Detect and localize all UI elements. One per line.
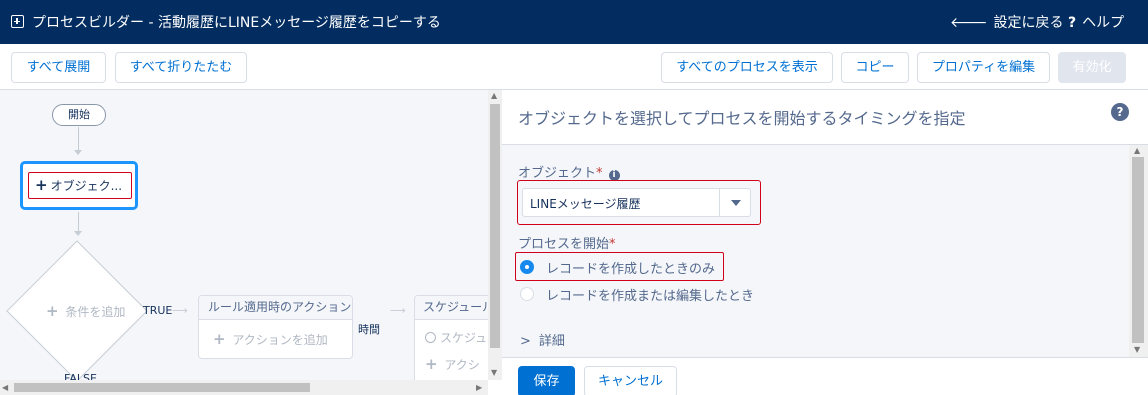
radio-created-only-label[interactable]: レコードを作成したときのみ <box>546 258 715 277</box>
start-process-text: プロセスを開始 <box>518 237 610 252</box>
clock-icon <box>425 332 436 343</box>
arrow-right-icon: ⟶ <box>390 304 406 317</box>
scroll-down-icon[interactable]: ▼ <box>1134 346 1140 354</box>
save-button[interactable]: 保存 <box>518 366 575 395</box>
connector-line <box>78 127 79 151</box>
scrollbar-thumb[interactable] <box>14 383 310 392</box>
page-title: プロセスビルダー - 活動履歴にLINEメッセージ履歴をコピーする <box>32 15 441 31</box>
add-criteria-text: 条件を追加 <box>65 305 126 319</box>
immediate-actions-box[interactable]: ルール適用時のアクション + アクションを追加 <box>198 295 353 359</box>
canvas-vertical-scrollbar[interactable]: ▲ ▼ <box>488 90 502 380</box>
required-marker: * <box>609 237 616 252</box>
arrow-right-icon: ⟶ <box>172 304 188 317</box>
object-select[interactable]: LINEメッセージ履歴 <box>522 188 751 217</box>
app-header: プロセスビルダー - 活動履歴にLINEメッセージ履歴をコピーする 🡐 設定に戻る… <box>0 0 1148 44</box>
set-schedule-link[interactable]: スケジュ <box>415 320 488 346</box>
false-label: FALSE <box>64 372 97 380</box>
start-process-label: プロセスを開始* <box>518 233 616 252</box>
add-scheduled-action-text: アクシ <box>444 358 480 372</box>
arrow-down-icon <box>74 150 82 155</box>
object-select-highlight: LINEメッセージ履歴 <box>517 180 761 225</box>
toolbar: すべて展開 すべて折りたたむ すべてのプロセスを表示 コピー プロパティを編集 … <box>0 44 1148 90</box>
help-link[interactable]: ? ヘルプ <box>1068 12 1124 32</box>
add-action-link[interactable]: + アクションを追加 <box>199 320 352 348</box>
chevron-right-icon: > <box>520 334 531 349</box>
required-marker: * <box>596 166 603 181</box>
scheduled-actions-box[interactable]: スケジュール スケジュ + アクシ <box>414 295 488 380</box>
scroll-left-icon[interactable]: ◀ <box>2 384 8 392</box>
true-label: TRUE <box>143 304 173 317</box>
arrow-down-icon <box>74 231 82 236</box>
radio-created-or-edited[interactable] <box>520 287 534 301</box>
plus-icon: + <box>35 176 48 194</box>
panel-vertical-scrollbar[interactable]: ▲ ▼ <box>1129 145 1148 357</box>
cancel-button[interactable]: キャンセル <box>584 366 677 395</box>
time-label: 時間 <box>358 323 380 336</box>
plus-icon: + <box>46 302 59 320</box>
scroll-up-icon[interactable]: ▲ <box>491 92 497 100</box>
plus-icon: + <box>425 355 438 373</box>
scroll-down-icon[interactable]: ▼ <box>491 369 497 377</box>
connector-line <box>78 212 79 232</box>
process-builder-icon <box>11 15 24 28</box>
activate-button[interactable]: 有効化 <box>1058 52 1126 83</box>
radio-created-or-edited-label[interactable]: レコードを作成または編集したとき <box>546 285 754 304</box>
object-select-value: LINEメッセージ履歴 <box>530 197 641 211</box>
details-label: 詳細 <box>538 334 565 349</box>
copy-button[interactable]: コピー <box>841 52 909 83</box>
scrollbar-thumb[interactable] <box>490 104 500 348</box>
add-action-text: アクションを追加 <box>232 333 328 347</box>
immediate-actions-header: ルール適用時のアクション <box>199 296 352 320</box>
view-all-processes-button[interactable]: すべてのプロセスを表示 <box>661 52 833 83</box>
scheduled-actions-header: スケジュール <box>415 296 488 320</box>
collapse-all-button[interactable]: すべて折りたたむ <box>115 52 247 83</box>
expand-all-button[interactable]: すべて展開 <box>11 52 106 83</box>
back-to-setup-label: 設定に戻る <box>993 15 1064 31</box>
help-label: ヘルプ <box>1082 15 1125 31</box>
back-to-setup-link[interactable]: 🡐 設定に戻る <box>950 12 1064 32</box>
scrollbar-thumb[interactable] <box>1132 157 1144 343</box>
scroll-up-icon[interactable]: ▲ <box>1134 147 1140 155</box>
start-node: 開始 <box>52 104 106 126</box>
object-field-label: オブジェクト* i <box>518 162 620 181</box>
plus-icon: + <box>213 330 226 348</box>
properties-panel-header: オブジェクトを選択してプロセスを開始するタイミングを指定 ? <box>502 90 1148 145</box>
set-schedule-text: スケジュ <box>440 331 488 345</box>
chevron-down-icon[interactable] <box>731 200 741 206</box>
process-canvas[interactable]: 開始 + オブジェク... + 条件を追加 FALSE TRUE ⟶ ルール適用時… <box>0 90 488 380</box>
edit-properties-button[interactable]: プロパティを編集 <box>917 52 1050 83</box>
arrow-left-icon: 🡐 <box>950 15 988 31</box>
object-node-highlight[interactable]: + オブジェク... <box>28 172 132 199</box>
add-scheduled-action-link[interactable]: + アクシ <box>415 346 488 373</box>
help-icon[interactable]: ? <box>1111 103 1129 121</box>
object-label-text: オブジェクト <box>518 166 597 181</box>
object-node-label: オブジェク... <box>50 179 123 193</box>
question-mark-icon: ? <box>1068 15 1077 31</box>
select-divider <box>719 189 720 216</box>
scroll-right-icon[interactable]: ▶ <box>476 384 482 392</box>
radio-created-only[interactable] <box>520 260 534 274</box>
canvas-horizontal-scrollbar[interactable]: ◀ ▶ <box>0 380 488 395</box>
object-node[interactable]: + オブジェク... <box>20 161 138 210</box>
details-toggle[interactable]: > 詳細 <box>520 330 565 349</box>
add-criteria-label[interactable]: + 条件を追加 <box>46 302 125 320</box>
panel-title: オブジェクトを選択してプロセスを開始するタイミングを指定 <box>518 109 966 128</box>
